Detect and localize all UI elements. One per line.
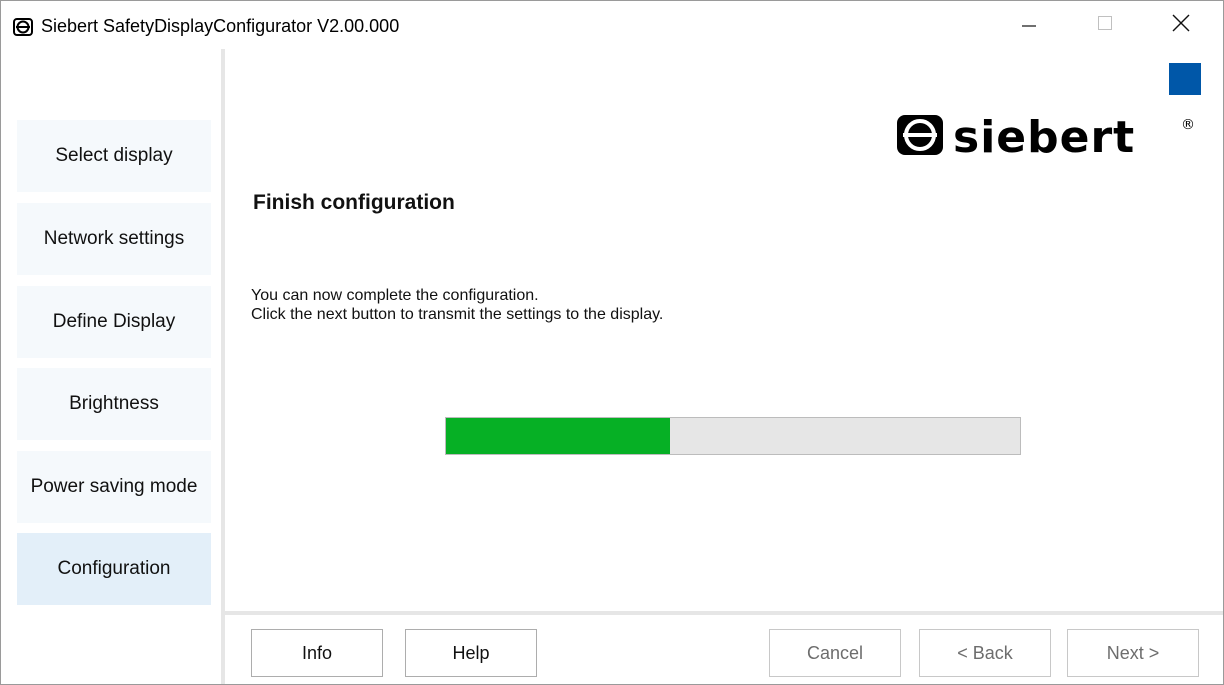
minimize-icon [1021, 15, 1037, 36]
window-title: Siebert SafetyDisplayConfigurator V2.00.… [41, 16, 400, 36]
logo-wordmark: siebert [953, 112, 1135, 163]
sidebar-item-brightness[interactable]: Brightness [17, 368, 211, 440]
info-button[interactable]: Info [251, 629, 383, 677]
sidebar-item-define-display[interactable]: Define Display [17, 286, 211, 358]
description-text: You can now complete the configuration. … [251, 286, 663, 324]
sidebar-item-select-display[interactable]: Select display [17, 120, 211, 192]
maximize-icon [1097, 15, 1113, 36]
back-button[interactable]: < Back [919, 629, 1051, 677]
wizard-sidebar: Select display Network settings Define D… [1, 49, 221, 684]
app-window: Siebert SafetyDisplayConfigurator V2.00.… [0, 0, 1224, 685]
sidebar-item-label: Network settings [43, 228, 185, 249]
page-title: Finish configuration [253, 191, 455, 214]
main-content: siebert ® Finish configuration You can n… [225, 49, 1223, 611]
sidebar-item-label: Select display [55, 145, 173, 166]
cancel-button[interactable]: Cancel [769, 629, 901, 677]
brand-square [1169, 63, 1201, 95]
sidebar-item-label: Configuration [57, 558, 171, 579]
siebert-logo-icon [13, 18, 33, 36]
maximize-button[interactable] [1077, 1, 1133, 49]
next-button[interactable]: Next > [1067, 629, 1199, 677]
siebert-logo: siebert ® [897, 111, 1207, 176]
title-bar: Siebert SafetyDisplayConfigurator V2.00.… [1, 1, 1223, 49]
help-button[interactable]: Help [405, 629, 537, 677]
sidebar-item-label: Define Display [52, 311, 176, 332]
sidebar-item-configuration[interactable]: Configuration [17, 533, 211, 605]
minimize-button[interactable] [1001, 1, 1057, 49]
progress-bar [445, 417, 1021, 455]
sidebar-item-power-saving-mode[interactable]: Power saving mode [17, 451, 211, 523]
description-line-2: Click the next button to transmit the se… [251, 306, 664, 323]
close-button[interactable] [1153, 1, 1209, 49]
logo-registered-mark: ® [1181, 117, 1195, 133]
sidebar-item-network-settings[interactable]: Network settings [17, 203, 211, 275]
close-icon [1172, 14, 1190, 37]
sidebar-item-label: Brightness [69, 393, 159, 414]
sidebar-item-label: Power saving mode [30, 476, 198, 497]
button-bar: Info Help Cancel < Back Next > [225, 615, 1223, 684]
description-line-1: You can now complete the configuration. [251, 287, 539, 304]
progress-bar-fill [446, 418, 670, 454]
